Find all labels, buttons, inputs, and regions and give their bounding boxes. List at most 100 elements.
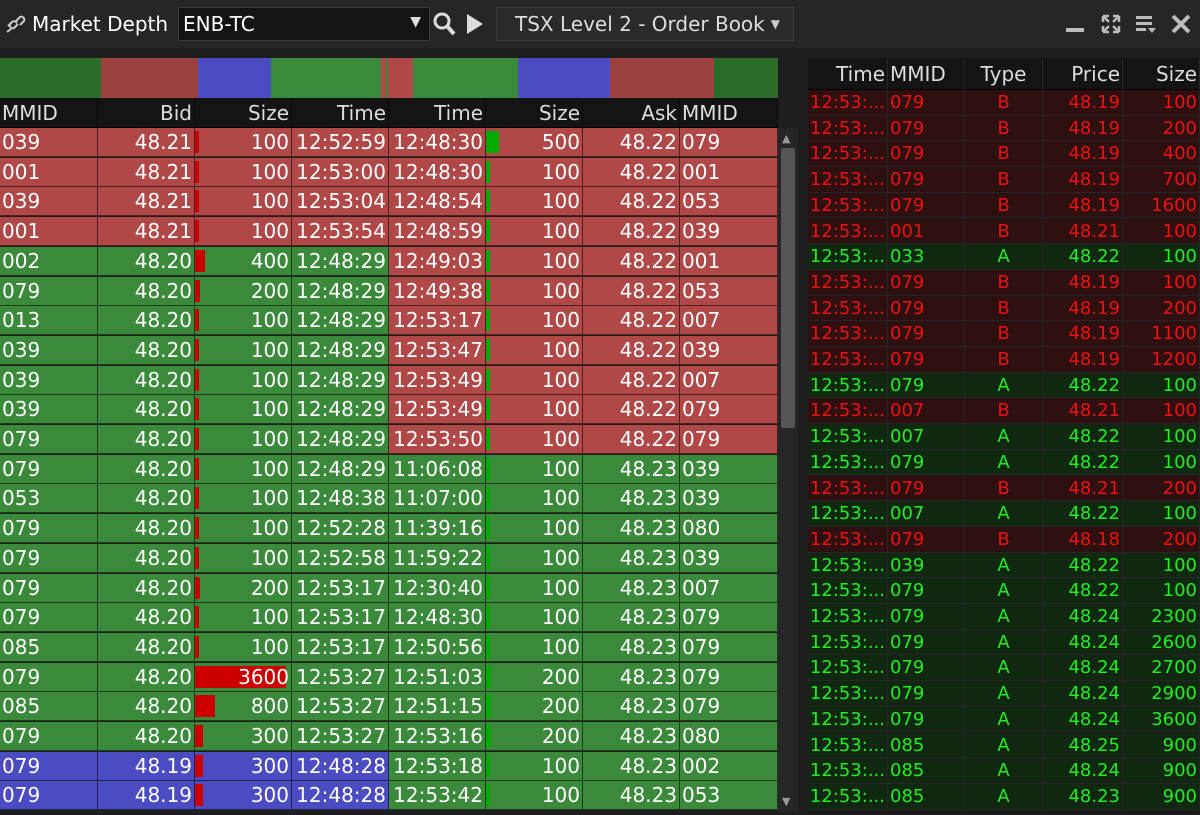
header-ask-time[interactable]: Time	[389, 98, 486, 128]
ts-mmid: 079	[888, 269, 965, 296]
ts-price: 48.21	[1043, 475, 1123, 502]
table-row: 039 48.21 12:52:59 100 12:48:30 48.22 079 500	[0, 128, 778, 157]
symbol-input-box[interactable]: ▼	[178, 7, 430, 41]
ts-header-type[interactable]: Type	[965, 58, 1043, 90]
depth-segment	[413, 58, 520, 98]
bid-size: 100	[195, 157, 292, 187]
ask-price: 48.23	[583, 692, 680, 722]
ts-time: 12:53:...	[808, 192, 888, 219]
scroll-up-icon[interactable]: ▲	[782, 132, 790, 145]
ts-header-time[interactable]: Time	[808, 58, 888, 90]
ask-mmid: 039	[680, 335, 778, 365]
ts-header-price[interactable]: Price	[1043, 58, 1123, 90]
ts-row: 12:53:... 033 A 48.22 100	[808, 244, 1200, 270]
ask-mmid: 079	[680, 632, 778, 662]
size-bar	[195, 160, 199, 183]
scroll-down-icon[interactable]: ▼	[782, 795, 790, 808]
header-bid-mmid[interactable]: MMID	[0, 98, 98, 128]
header-bid-size[interactable]: Size	[195, 98, 292, 128]
ts-mmid: 085	[888, 732, 965, 759]
ts-row: 12:53:... 079 B 48.19 100	[808, 269, 1200, 296]
bid-mmid: 039	[0, 365, 98, 395]
scrollbar[interactable]: ▲ ▼	[778, 128, 798, 812]
close-icon[interactable]	[1168, 10, 1194, 38]
ask-time: 12:48:59	[389, 217, 486, 247]
size-value: 100	[250, 516, 289, 541]
ts-price: 48.19	[1043, 90, 1123, 116]
ask-time: 12:53:16	[389, 722, 486, 751]
size-value: 100	[541, 605, 580, 630]
header-bid[interactable]: Bid	[98, 98, 195, 128]
bid-price: 48.20	[98, 365, 195, 395]
ts-row: 12:53:... 079 A 48.24 2700	[808, 655, 1200, 682]
maximize-icon[interactable]	[1098, 10, 1124, 38]
ts-time: 12:53:...	[808, 269, 888, 296]
table-row: 079 48.20 12:53:17 100 12:48:30 48.23 079 100	[0, 603, 778, 633]
size-value: 3600	[238, 664, 289, 689]
dropdown-arrow-icon[interactable]: ▼	[410, 14, 421, 30]
ts-mmid: 079	[888, 115, 965, 142]
ask-mmid: 039	[680, 484, 778, 514]
ts-time: 12:53:...	[808, 372, 888, 399]
ts-time: 12:53:...	[808, 115, 888, 142]
header-ask-size[interactable]: Size	[486, 98, 583, 128]
ts-size: 2300	[1123, 604, 1200, 630]
depth-segment	[0, 58, 102, 98]
size-bar	[195, 635, 199, 658]
size-value: 100	[250, 605, 289, 630]
size-bar	[486, 635, 490, 658]
ask-time: 11:06:08	[389, 454, 486, 484]
ts-price: 48.24	[1043, 629, 1123, 656]
ts-price: 48.19	[1043, 115, 1123, 142]
link-icon[interactable]	[4, 12, 30, 36]
bid-price: 48.20	[98, 632, 195, 662]
size-bar	[486, 190, 490, 213]
size-bar	[195, 249, 205, 272]
size-value: 100	[541, 308, 580, 333]
ts-size: 100	[1123, 552, 1200, 579]
ask-size: 100	[486, 543, 583, 573]
menu-icon[interactable]	[1132, 10, 1158, 38]
ts-row: 12:53:... 079 B 48.19 200	[808, 295, 1200, 322]
ts-price: 48.18	[1043, 526, 1123, 553]
view-select[interactable]: TSX Level 2 - Order Book ▼	[496, 7, 794, 41]
bid-price: 48.20	[98, 306, 195, 336]
ts-time: 12:53:...	[808, 681, 888, 707]
ts-row: 12:53:... 079 A 48.24 3600	[808, 706, 1200, 733]
ts-time: 12:53:...	[808, 783, 888, 810]
ts-size: 200	[1123, 115, 1200, 142]
ts-header-mmid[interactable]: MMID	[888, 58, 965, 90]
ts-price: 48.23	[1043, 783, 1123, 810]
ts-row: 12:53:... 007 A 48.22 100	[808, 501, 1200, 527]
size-value: 500	[541, 130, 580, 154]
bid-size: 100	[195, 187, 292, 217]
ts-type: B	[965, 90, 1043, 116]
ts-time: 12:53:...	[808, 167, 888, 193]
ts-type: B	[965, 167, 1043, 193]
search-icon[interactable]	[432, 10, 458, 38]
table-row: 079 48.20 12:53:17 200 12:30:40 48.23 007 100	[0, 573, 778, 603]
ts-row: 12:53:... 079 A 48.24 2900	[808, 681, 1200, 707]
ts-type: B	[965, 398, 1043, 425]
bid-price: 48.19	[98, 751, 195, 781]
play-icon[interactable]	[462, 12, 486, 36]
table-row: 079 48.20 12:53:27 3600 12:51:03 48.23 079 200	[0, 662, 778, 692]
ts-size: 900	[1123, 783, 1200, 810]
ask-size: 100	[486, 751, 583, 781]
size-value: 100	[541, 337, 580, 362]
ts-header-size[interactable]: Size	[1123, 58, 1200, 90]
header-ask[interactable]: Ask	[583, 98, 680, 128]
scroll-thumb[interactable]	[781, 148, 795, 428]
size-bar	[195, 428, 199, 450]
ask-price: 48.23	[583, 514, 680, 544]
header-ask-mmid[interactable]: MMID	[680, 98, 778, 128]
symbol-input[interactable]	[179, 11, 395, 37]
bid-size: 200	[195, 276, 292, 306]
ask-mmid: 007	[680, 365, 778, 395]
minimize-icon[interactable]	[1062, 10, 1088, 38]
header-bid-time[interactable]: Time	[292, 98, 389, 128]
bid-size: 100	[195, 365, 292, 395]
ts-row: 12:53:... 079 B 48.21 200	[808, 475, 1200, 502]
ts-row: 12:53:... 007 B 48.21 100	[808, 398, 1200, 425]
size-bar	[486, 160, 490, 183]
